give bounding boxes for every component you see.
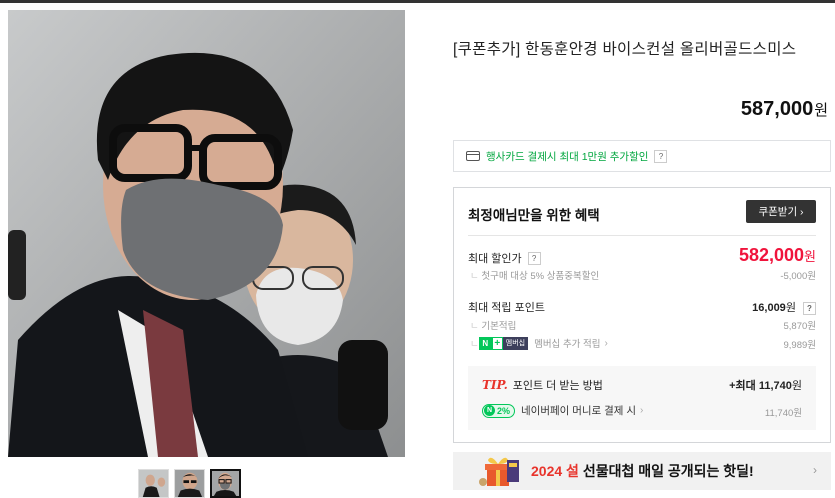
top-border — [0, 0, 835, 3]
thumbnail-1[interactable] — [138, 469, 169, 498]
gift-icon — [479, 457, 519, 486]
max-discount-price-value: 582,000 — [738, 245, 805, 265]
points-value: 16,009 — [752, 302, 786, 314]
thumbnail-list — [138, 469, 241, 498]
points-help-button[interactable]: ? — [803, 302, 816, 315]
basic-points-value: 5,870원 — [783, 321, 816, 332]
tip-box: TIP. 포인트 더 받는 방법 +최대 11,740원 N 2% 네이버페이 … — [468, 366, 816, 430]
product-main-image — [8, 10, 405, 457]
card-discount-promo[interactable]: 행사카드 결제시 최대 1만원 추가할인 ? — [453, 140, 831, 172]
points-label: 최대 적립 포인트 — [468, 302, 545, 314]
tip-header: TIP. 포인트 더 받는 방법 — [482, 377, 603, 393]
product-title: [쿠폰추가] 한동훈안경 바이스컨설 올리버골드스미스 — [453, 41, 797, 58]
chevron-right-icon: › — [813, 463, 817, 477]
tip-max-currency: 원 — [791, 380, 802, 392]
chevron-right-icon: › — [604, 337, 608, 349]
get-coupon-button[interactable]: 쿠폰받기 › — [746, 200, 816, 223]
points-row: 최대 적립 포인트 — [468, 299, 545, 315]
card-promo-help-button[interactable]: ? — [654, 149, 668, 163]
thumbnail-3-selected[interactable] — [210, 469, 241, 498]
promo-banner-year: 2024 설 — [531, 463, 579, 479]
tip-mark: TIP. — [482, 378, 508, 392]
max-discount-price: 582,000원 — [739, 245, 816, 266]
benefit-title: 최정애님만을 위한 혜택 — [468, 208, 600, 223]
max-discount-currency: 원 — [804, 249, 816, 264]
npay-money-value: 11,740원 — [764, 408, 802, 419]
naverpay-membership-badge: N + 멤버십 — [478, 336, 529, 350]
tip-title: 포인트 더 받는 방법 — [512, 380, 603, 392]
first-purchase-value: -5,000원 — [780, 271, 816, 282]
points-currency: 원 — [785, 302, 796, 314]
npay-money-label: 네이버페이 머니로 결제 시 — [521, 405, 637, 417]
card-icon — [466, 151, 480, 161]
plus-icon: + — [491, 336, 503, 350]
card-promo-text: 행사카드 결제시 최대 1만원 추가할인 — [486, 150, 649, 163]
benefit-divider — [468, 235, 816, 236]
price-value: 587,000 — [740, 98, 814, 120]
tip-max-value: +최대 11,740 — [729, 380, 792, 392]
chevron-right-icon: › — [640, 405, 644, 416]
basic-points-label: 기본적립 — [470, 318, 516, 332]
product-price: 587,000원 — [741, 98, 828, 121]
npay-percent-badge: N 2% — [482, 403, 516, 418]
naverpay-n-icon: N — [478, 336, 492, 350]
naverpay-n-icon: N — [484, 405, 495, 416]
max-discount-label: 최대 할인가 — [468, 253, 522, 265]
tip-max-points: +최대 11,740원 — [729, 377, 802, 393]
thumbnail-2[interactable] — [174, 469, 205, 498]
max-discount-row: 최대 할인가 ? — [468, 250, 541, 266]
points-value-group: 16,009원 ? — [752, 299, 816, 315]
promo-banner[interactable]: 2024 설 선물대첩 매일 공개되는 핫딜! › — [453, 452, 831, 490]
member-benefit-box: 최정애님만을 위한 혜택 쿠폰받기 › 최대 할인가 ? 582,000원 첫구… — [453, 187, 831, 443]
membership-points-link[interactable]: N + 멤버십 멤버십 추가 적립 › — [470, 336, 608, 350]
membership-badge-label: 멤버십 — [502, 336, 529, 350]
max-discount-help-button[interactable]: ? — [527, 251, 541, 265]
price-currency: 원 — [814, 102, 828, 119]
promo-banner-text: 2024 설 선물대첩 매일 공개되는 핫딜! — [531, 461, 754, 481]
npay-money-link[interactable]: N 2% 네이버페이 머니로 결제 시 › — [482, 403, 643, 418]
promo-banner-message: 선물대첩 매일 공개되는 핫딜! — [582, 463, 754, 479]
membership-points-value: 9,989원 — [783, 340, 816, 351]
npay-percent: 2% — [497, 405, 511, 416]
membership-points-label: 멤버십 추가 적립 — [534, 339, 601, 350]
first-purchase-label: 첫구매 대상 5% 상품중복할인 — [470, 268, 599, 282]
